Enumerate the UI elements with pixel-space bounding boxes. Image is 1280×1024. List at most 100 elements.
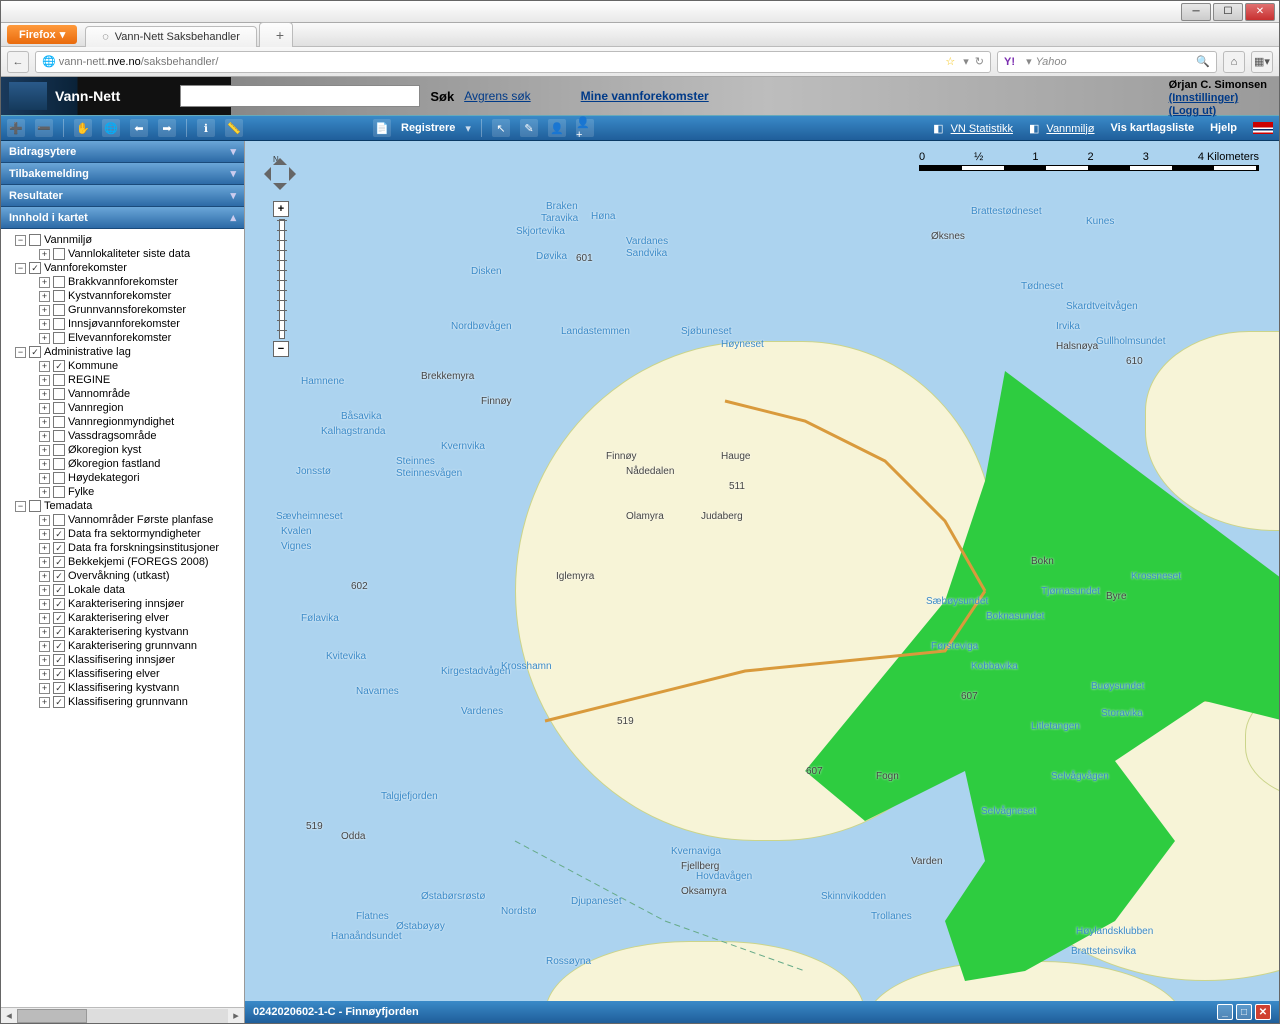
firefox-menu-button[interactable]: Firefox ▾ — [7, 25, 77, 44]
map-label: Halsnøya — [1056, 341, 1098, 352]
zoom-in-icon[interactable]: ➕ — [7, 119, 25, 137]
refine-search-link[interactable]: Avgrens søk — [464, 89, 530, 103]
map-label: Følavika — [301, 613, 339, 624]
next-extent-icon[interactable]: ➡ — [158, 119, 176, 137]
tab-title: Vann-Nett Saksbehandler — [115, 31, 240, 43]
sidebar-hscrollbar[interactable]: ◂▸ — [1, 1007, 244, 1023]
map-label: Disken — [471, 266, 502, 277]
zoom-out-button[interactable]: − — [273, 341, 289, 357]
map-label: Landastemmen — [561, 326, 630, 337]
map-label: Tjørnasundet — [1041, 586, 1100, 597]
layer-tree[interactable]: −Vannmiljø +Vannlokaliteter siste data −… — [1, 229, 244, 1007]
info-icon[interactable]: ℹ — [197, 119, 215, 137]
browser-search-box[interactable]: Y! ▾ Yahoo 🔍 — [997, 51, 1217, 73]
map-label: Varden — [911, 856, 943, 867]
status-max-icon[interactable]: □ — [1236, 1004, 1252, 1020]
bookmarks-button[interactable]: ▦▾ — [1251, 51, 1273, 73]
settings-link[interactable]: (Innstillinger) — [1169, 92, 1239, 104]
map-label: 519 — [617, 716, 634, 727]
app-search-input[interactable] — [180, 85, 420, 107]
map-label: Høylandsklubben — [1076, 926, 1153, 937]
map-label: 607 — [961, 691, 978, 702]
stats-link[interactable]: VN Statistikk — [951, 123, 1013, 135]
map-label: Flatnes — [356, 911, 389, 922]
search-icon[interactable]: 🔍 — [1196, 55, 1210, 68]
map-label: Selvågneset — [981, 806, 1036, 817]
prev-extent-icon[interactable]: ⬅ — [130, 119, 148, 137]
map-label: Kvalen — [281, 526, 312, 537]
map-label: Sæbøysundet — [926, 596, 988, 607]
map-label: Fogn — [876, 771, 899, 782]
map-label: Bokn — [1031, 556, 1054, 567]
panel-results[interactable]: Resultater▾ — [1, 185, 244, 207]
new-tab-button[interactable]: + — [259, 22, 293, 47]
map-label: Gullholmsundet — [1096, 336, 1165, 347]
status-close-icon[interactable]: ✕ — [1255, 1004, 1271, 1020]
map-label: Tødneset — [1021, 281, 1063, 292]
map-label: Førsteviga — [931, 641, 978, 652]
register-button[interactable]: Registrere — [401, 122, 455, 134]
map-label: Kvitevika — [326, 651, 366, 662]
sidebar: Bidragsytere▾ Tilbakemelding▾ Resultater… — [1, 141, 245, 1023]
panel-map-content[interactable]: Innhold i kartet▴ — [1, 207, 244, 229]
pan-control[interactable]: N — [259, 153, 301, 195]
browser-tab[interactable]: ◌ Vann-Nett Saksbehandler — [85, 26, 257, 47]
my-waterbodies-link[interactable]: Mine vannforekomster — [581, 89, 709, 103]
panel-contributors[interactable]: Bidragsytere▾ — [1, 141, 244, 163]
env-icon: ◧ — [1029, 123, 1039, 135]
globe-extent-icon[interactable]: 🌐 — [102, 119, 120, 137]
map-label: Oksamyra — [681, 886, 727, 897]
zoom-in-button[interactable]: + — [273, 201, 289, 217]
search-button[interactable]: Søk — [430, 89, 454, 104]
map-label: Hovdavågen — [696, 871, 752, 882]
scale-bar: 0½1 234 Kilometers — [919, 151, 1259, 171]
map-label: 602 — [351, 581, 368, 592]
window-maximize-button[interactable]: ☐ — [1213, 3, 1243, 21]
map-label: 511 — [729, 481, 745, 492]
map-label: Hamnene — [301, 376, 344, 387]
window-close-button[interactable]: ✕ — [1245, 3, 1275, 21]
status-min-icon[interactable]: _ — [1217, 1004, 1233, 1020]
map-label: Irvika — [1056, 321, 1080, 332]
env-link[interactable]: Vannmiljø — [1046, 123, 1094, 135]
home-button[interactable]: ⌂ — [1223, 51, 1245, 73]
map-label: Kunes — [1086, 216, 1114, 227]
map-label: Buøysundet — [1091, 681, 1144, 692]
map-label: Kvernvika — [441, 441, 485, 452]
zoom-out-icon[interactable]: ➖ — [35, 119, 53, 137]
map-label: Steinnes — [396, 456, 435, 467]
flag-icon[interactable] — [1253, 122, 1273, 134]
zoom-slider[interactable]: + − — [273, 201, 291, 357]
map-canvas[interactable]: HamneneBåsavikaKalhagstrandaJonsstøStein… — [245, 141, 1279, 1023]
measure-icon[interactable]: 📏 — [225, 119, 243, 137]
map-label: Byre — [1106, 591, 1127, 602]
stats-icon: ◧ — [933, 123, 943, 135]
map-label: 610 — [1126, 356, 1143, 367]
user-icon[interactable]: 👤 — [548, 119, 566, 137]
pan-icon[interactable]: ✋ — [74, 119, 92, 137]
layers-button[interactable]: Vis kartlagsliste — [1111, 122, 1195, 134]
add-user-icon[interactable]: 👤+ — [576, 119, 594, 137]
bookmark-star-icon[interactable]: ☆ — [945, 55, 955, 68]
feature-status-bar: 0242020602-1-C - Finnøyfjorden _ □ ✕ — [245, 1001, 1279, 1023]
window-titlebar: ─ ☐ ✕ — [1, 1, 1279, 23]
map-label: Olamyra — [626, 511, 664, 522]
back-button[interactable]: ← — [7, 51, 29, 73]
pointer-icon[interactable]: ↖ — [492, 119, 510, 137]
dropdown-icon[interactable]: ▾ — [963, 55, 969, 68]
map-label: Krosshamn — [501, 661, 552, 672]
map-label: Rossøyna — [546, 956, 591, 967]
window-minimize-button[interactable]: ─ — [1181, 3, 1211, 21]
map-label: Høna — [591, 211, 615, 222]
map-label: Vardanes — [626, 236, 668, 247]
map-label: Høyneset — [721, 339, 764, 350]
map-label: Odda — [341, 831, 365, 842]
logout-link[interactable]: (Logg ut) — [1169, 105, 1217, 117]
map-label: Nordbøvågen — [451, 321, 512, 332]
reload-icon[interactable]: ↻ — [975, 55, 984, 68]
panel-feedback[interactable]: Tilbakemelding▾ — [1, 163, 244, 185]
help-button[interactable]: Hjelp — [1210, 122, 1237, 134]
url-bar[interactable]: 🌐 vann-nett.nve.no/saksbehandler/ ☆ ▾ ↻ — [35, 51, 991, 73]
edit-icon[interactable]: ✎ — [520, 119, 538, 137]
map-label: Sandvika — [626, 248, 667, 259]
